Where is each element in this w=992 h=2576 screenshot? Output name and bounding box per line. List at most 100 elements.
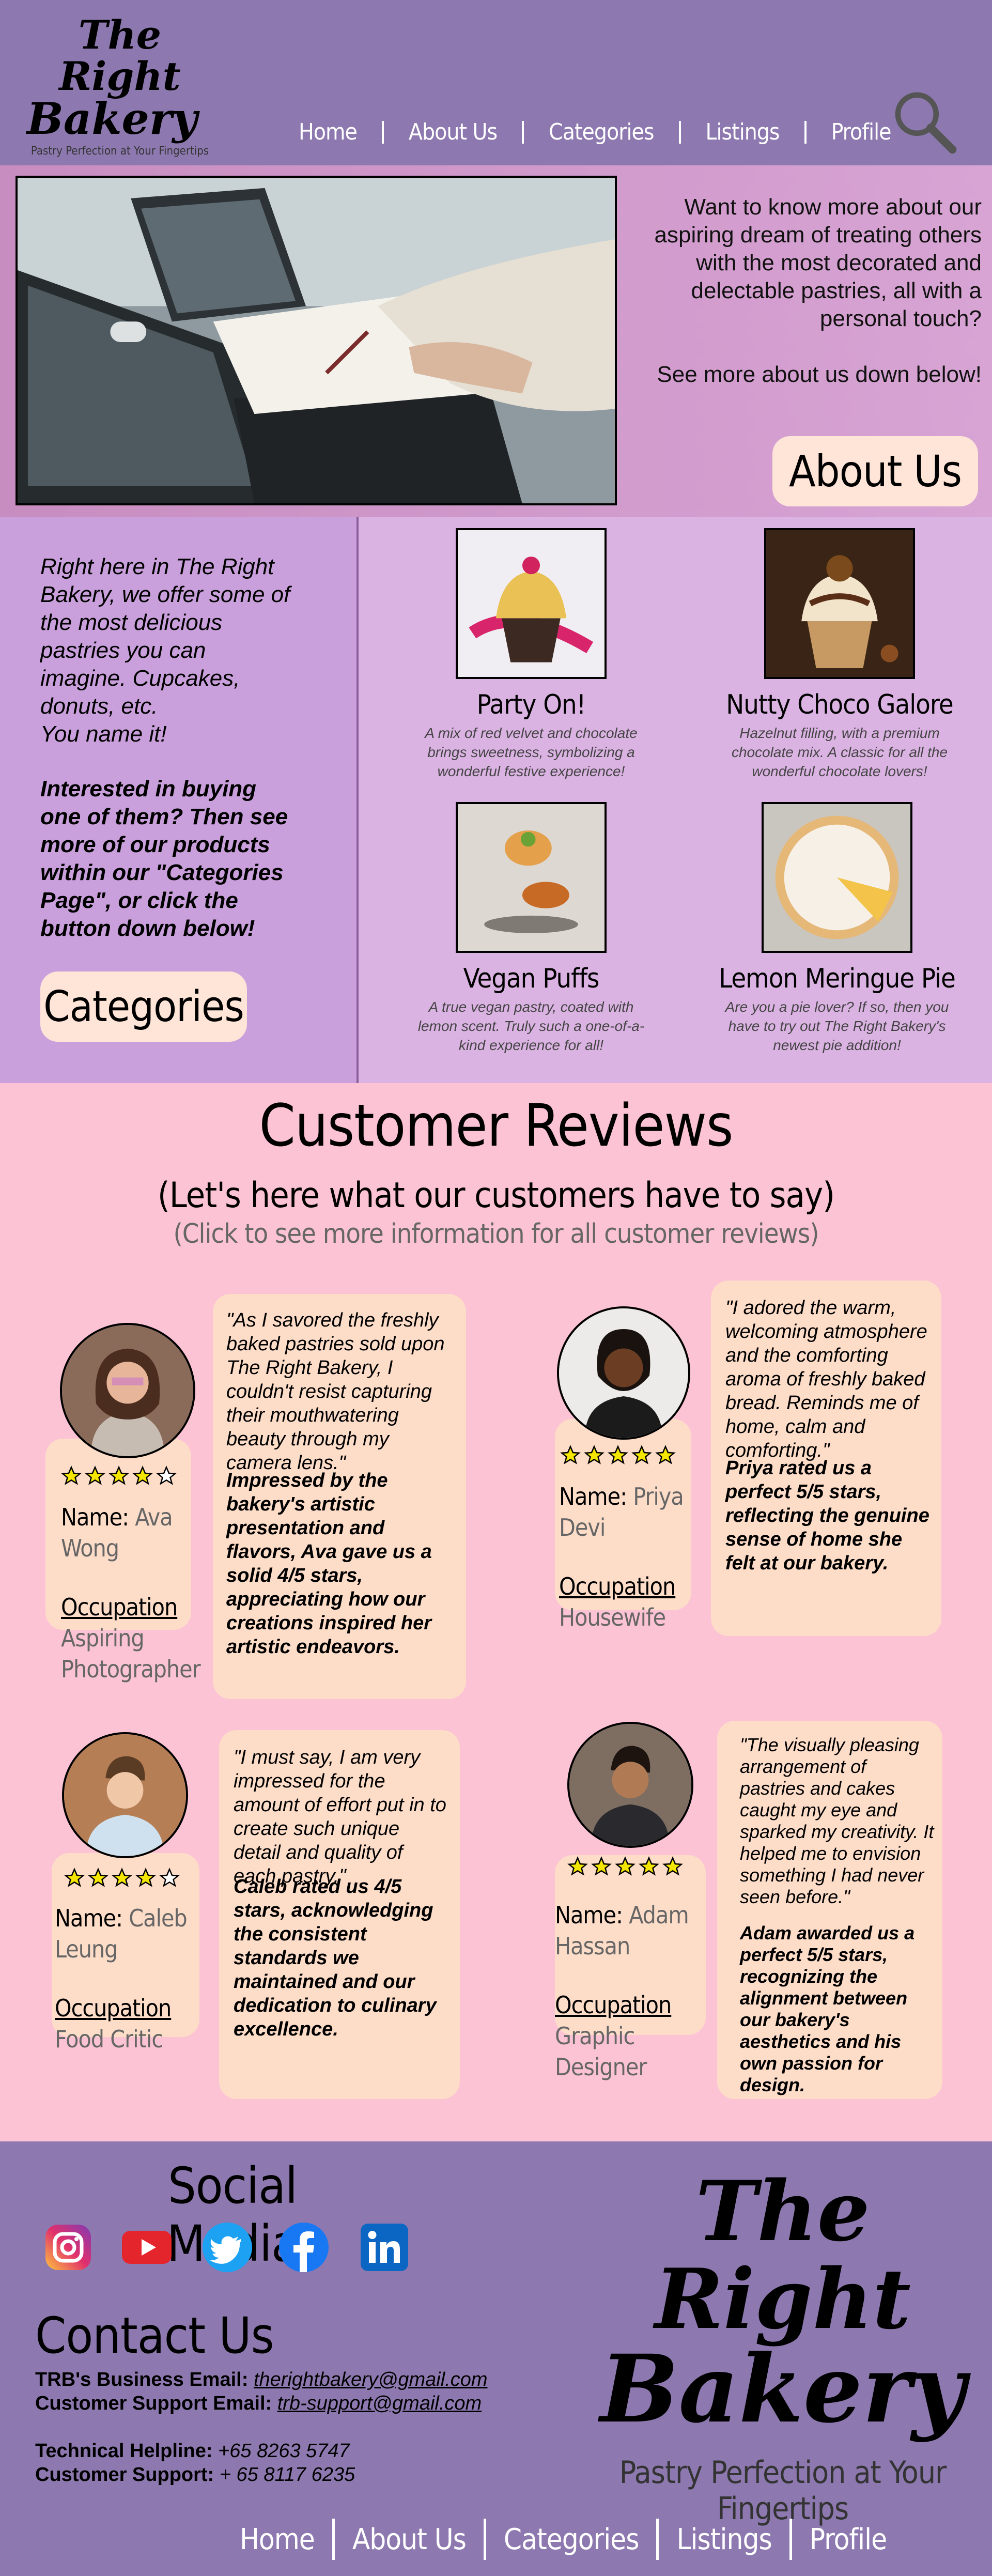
product-image [762, 802, 912, 953]
instagram-icon[interactable] [42, 2222, 94, 2273]
reviewer-occupation: Aspiring Photographer [61, 1624, 201, 1683]
reviews-title: Customer Reviews [259, 1092, 734, 1160]
footer-nav-profile[interactable]: Profile [792, 2523, 904, 2556]
hero-paragraph-2: See more about us down below! [657, 362, 982, 387]
star-filled-icon [631, 1445, 652, 1464]
star-filled-icon [615, 1856, 636, 1876]
occupation-label: Occupation [61, 1593, 178, 1621]
products-cta-text: Interested in buying one of them? Then s… [40, 776, 288, 941]
reviewer-info: Name: Adam Hassan Occupation Graphic Des… [555, 1900, 705, 2083]
star-rating [560, 1445, 676, 1466]
footer-nav-categories[interactable]: Categories [486, 2523, 657, 2556]
review-quote: "I adored the warm, welcoming atmosphere… [725, 1297, 927, 1461]
star-filled-icon [639, 1856, 659, 1876]
support-phone-label: Customer Support: [35, 2464, 214, 2486]
logo-line-1: The Right [655, 2163, 911, 2348]
name-label: Name: [555, 1901, 623, 1929]
review-summary: Adam awarded us a perfect 5/5 stars, rec… [740, 1922, 915, 2095]
reviewer-info: Name: Ava Wong Occupation Aspiring Photo… [61, 1502, 201, 1685]
twitter-icon[interactable] [202, 2222, 253, 2273]
avatar [557, 1306, 690, 1440]
reviewer-occupation: Housewife [559, 1603, 666, 1631]
footer-nav-about-us[interactable]: About Us [335, 2523, 484, 2556]
hero-image [16, 176, 617, 505]
product-description: Hazelnut filling, with a premium chocola… [731, 725, 948, 779]
nav-about-us[interactable]: About Us [384, 119, 522, 145]
review-quote: "As I savored the freshly baked pastries… [226, 1309, 445, 1474]
star-filled-icon [85, 1466, 105, 1485]
product-description: A mix of red velvet and chocolate brings… [425, 725, 638, 779]
support-email-label: Customer Support Email: [35, 2393, 272, 2414]
occupation-label: Occupation [559, 1572, 676, 1600]
brand-logo[interactable]: The Right Bakery Pastry Perfection at Yo… [27, 14, 213, 158]
avatar [62, 1732, 188, 1858]
support-phone-number: + 65 8117 6235 [219, 2464, 355, 2486]
support-email-link[interactable]: trb-support@gmail.com [277, 2393, 482, 2414]
helpline-number: +65 8263 5747 [218, 2440, 350, 2462]
review-summary: Priya rated us a perfect 5/5 stars, refl… [725, 1457, 929, 1574]
product-card-lemon-meringue-pie[interactable]: Lemon Meringue Pie Are you a pie lover? … [703, 802, 971, 1055]
product-card-nutty-choco-galore[interactable]: Nutty Choco Galore Hazelnut filling, wit… [705, 528, 974, 781]
review-quote: "The visually pleasing arrangement of pa… [740, 1734, 934, 1907]
star-filled-icon [608, 1445, 628, 1464]
logo-line-2: Bakery [26, 93, 198, 144]
footer-nav: Home About Us Categories Listings Profil… [222, 2519, 904, 2560]
product-name: Vegan Puffs [463, 963, 600, 994]
contact-info: TRB's Business Email: therightbakery@gma… [35, 2368, 487, 2487]
star-filled-icon [88, 1868, 109, 1887]
footer-nav-listings[interactable]: Listings [659, 2523, 789, 2556]
product-card-party-on[interactable]: Party On! A mix of red velvet and chocol… [397, 528, 665, 781]
star-filled-icon [132, 1466, 153, 1485]
main-nav: Home About Us Categories Listings Profil… [274, 119, 916, 145]
star-filled-icon [567, 1856, 588, 1876]
name-label: Name: [55, 1904, 123, 1932]
name-label: Name: [61, 1503, 129, 1531]
business-email-label: TRB's Business Email: [35, 2369, 249, 2390]
footer-brand-logo: The Right Bakery Pastry Perfection at Yo… [594, 2167, 971, 2527]
logo-line-1: The Right [59, 12, 181, 99]
star-rating [64, 1868, 180, 1888]
nav-categories[interactable]: Categories [524, 119, 678, 145]
footer-nav-home[interactable]: Home [222, 2523, 332, 2556]
contact-us-title: Contact Us [35, 2307, 274, 2365]
hero-section: Want to know more about our aspiring dre… [0, 165, 992, 517]
avatar [60, 1323, 195, 1458]
reviewer-info: Name: Priya Devi Occupation Housewife [559, 1481, 688, 1633]
search-icon[interactable] [890, 87, 958, 155]
product-name: Party On! [476, 689, 586, 720]
categories-button[interactable]: Categories [40, 971, 247, 1042]
business-email-link[interactable]: therightbakery@gmail.com [254, 2369, 488, 2390]
logo-line-2: Bakery [600, 2335, 966, 2444]
products-section: Right here in The Right Bakery, we offer… [0, 517, 992, 1083]
star-filled-icon [591, 1856, 612, 1876]
occupation-label: Occupation [555, 1991, 672, 2019]
nav-home[interactable]: Home [274, 119, 382, 145]
reviews-section: Customer Reviews (Let's here what our cu… [0, 1083, 992, 2141]
about-us-button[interactable]: About Us [772, 436, 978, 506]
reviews-subtitle: (Let's here what our customers have to s… [157, 1175, 835, 1216]
site-footer: Social Media Contact Us TRB's Business E… [0, 2141, 992, 2575]
occupation-label: Occupation [55, 1994, 172, 2022]
review-quote: "I must say, I am very impressed for the… [234, 1747, 446, 1887]
star-filled-icon [655, 1445, 676, 1464]
nav-listings[interactable]: Listings [681, 119, 804, 145]
reviews-subtitle-2[interactable]: (Click to see more information for all c… [0, 1218, 992, 1250]
star-empty-icon [159, 1868, 180, 1887]
star-empty-icon [156, 1466, 177, 1485]
product-description: A true vegan pastry, coated with lemon s… [417, 999, 645, 1053]
youtube-icon[interactable] [121, 2222, 173, 2273]
reviewer-occupation: Food Critic [55, 2025, 163, 2053]
star-filled-icon [64, 1868, 85, 1887]
brand-tagline: Pastry Perfection at Your Fingertips [30, 145, 209, 158]
helpline-label: Technical Helpline: [35, 2440, 213, 2462]
review-summary: Caleb rated us 4/5 stars, acknowledging … [234, 1876, 437, 2040]
facebook-icon[interactable] [278, 2222, 330, 2273]
avatar [567, 1722, 693, 1848]
hero-text: Want to know more about our aspiring dre… [625, 193, 982, 389]
star-filled-icon [584, 1445, 605, 1464]
star-filled-icon [61, 1466, 82, 1485]
products-intro-2: You name it! [40, 721, 167, 747]
product-card-vegan-puffs[interactable]: Vegan Puffs A true vegan pastry, coated … [397, 802, 665, 1055]
linkedin-icon[interactable] [359, 2222, 410, 2273]
star-rating [567, 1856, 683, 1877]
